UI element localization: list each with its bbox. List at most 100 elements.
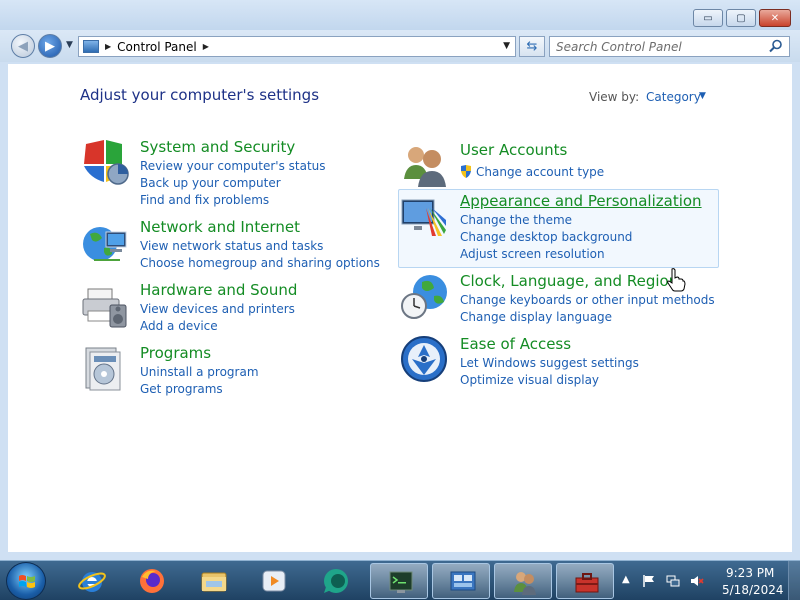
category-link[interactable]: Back up your computer <box>140 176 281 190</box>
control-panel-app-icon <box>450 571 476 591</box>
control-panel-icon <box>83 40 99 53</box>
clock-globe-icon <box>401 275 447 319</box>
clock-time[interactable]: 9:23 PM <box>726 566 774 580</box>
category-link[interactable]: Uninstall a program <box>140 365 259 379</box>
users-icon <box>404 147 446 187</box>
search-icon[interactable] <box>769 39 783 53</box>
taskbar-control-panel[interactable] <box>432 563 490 599</box>
show-desktop-button[interactable] <box>788 561 800 600</box>
network-globe-icon <box>83 227 127 261</box>
category-link[interactable]: Let Windows suggest settings <box>460 356 639 370</box>
ie-icon <box>78 572 106 592</box>
search-box[interactable] <box>549 36 790 57</box>
category-link-label[interactable]: Change account type <box>476 165 604 179</box>
taskbar: ▲ 9:23 PM 5/18/2024 <box>0 560 800 600</box>
back-button[interactable]: ◀ <box>11 34 35 58</box>
minimize-button[interactable]: ▭ <box>693 9 723 27</box>
title-bar[interactable]: ▭ ▢ ✕ <box>0 0 800 30</box>
category-system-security: System and Security Review your computer… <box>80 138 380 208</box>
explorer-icon <box>201 572 227 592</box>
taskbar-explorer[interactable] <box>184 563 242 599</box>
category-programs: Programs Uninstall a program Get program… <box>80 344 380 396</box>
taskbar-chat-app[interactable] <box>306 563 364 599</box>
category-title[interactable]: User Accounts <box>460 141 567 159</box>
taskbar-media-player[interactable] <box>244 563 302 599</box>
category-link[interactable]: Optimize visual display <box>460 373 599 387</box>
category-link[interactable]: View devices and printers <box>140 302 295 316</box>
address-dropdown-icon[interactable]: ▼ <box>503 41 510 51</box>
maximize-icon: ▢ <box>736 12 746 24</box>
ease-of-access-icon <box>401 336 447 382</box>
category-link[interactable]: Change the theme <box>460 213 572 227</box>
close-icon: ✕ <box>770 12 780 24</box>
action-center-flag-icon[interactable] <box>642 574 656 588</box>
printer-speaker-icon <box>82 288 127 328</box>
media-player-icon <box>262 570 286 592</box>
category-link[interactable]: Get programs <box>140 382 223 396</box>
category-title[interactable]: Programs <box>140 344 211 362</box>
toolbox-app-icon <box>575 573 599 593</box>
refresh-button[interactable]: ⇆ <box>519 36 545 57</box>
recent-pages-dropdown[interactable]: ▼ <box>66 40 73 50</box>
breadcrumb-separator-icon[interactable]: ▶ <box>203 42 209 51</box>
category-link[interactable]: Choose homegroup and sharing options <box>140 256 380 270</box>
control-panel-window: ▭ ▢ ✕ ◀ ▶ ▼ ▶ Control Panel ▶ ▼ ⇆ Adjust… <box>0 0 800 560</box>
page-title: Adjust your computer's settings <box>80 86 320 104</box>
forward-arrow-icon: ▶ <box>45 38 55 54</box>
category-link[interactable]: Add a device <box>140 319 218 333</box>
clock-date[interactable]: 5/18/2024 <box>722 583 784 597</box>
start-button[interactable] <box>6 562 46 600</box>
category-hardware-sound: Hardware and Sound View devices and prin… <box>80 281 380 333</box>
category-title[interactable]: Hardware and Sound <box>140 281 297 299</box>
breadcrumb-control-panel[interactable]: Control Panel <box>117 40 197 54</box>
back-arrow-icon: ◀ <box>18 38 28 54</box>
category-title[interactable]: Network and Internet <box>140 218 300 236</box>
category-appearance-personalization: Appearance and Personalization Change th… <box>400 192 720 262</box>
taskbar-toolbox[interactable] <box>556 563 614 599</box>
system-tray: ▲ 9:23 PM 5/18/2024 <box>618 561 800 600</box>
category-title[interactable]: Appearance and Personalization <box>460 192 702 210</box>
windows-logo-icon <box>19 575 35 588</box>
category-title[interactable]: Ease of Access <box>460 335 571 353</box>
users-app-icon <box>514 572 536 595</box>
category-link[interactable]: Change display language <box>460 310 612 324</box>
category-title[interactable]: System and Security <box>140 138 295 156</box>
category-link[interactable]: Change account type <box>460 165 604 179</box>
forward-button[interactable]: ▶ <box>38 34 62 58</box>
category-network-internet: Network and Internet View network status… <box>80 218 380 270</box>
view-by-label: View by: <box>589 90 640 104</box>
terminal-app-icon <box>389 571 413 593</box>
chat-app-icon <box>324 569 348 593</box>
taskbar-ie[interactable] <box>62 563 120 599</box>
taskbar-terminal-app[interactable] <box>370 563 428 599</box>
refresh-icon: ⇆ <box>526 39 538 54</box>
category-link[interactable]: Find and fix problems <box>140 193 269 207</box>
category-link[interactable]: Change keyboards or other input methods <box>460 293 715 307</box>
category-link[interactable]: Review your computer's status <box>140 159 326 173</box>
taskbar-firefox[interactable] <box>122 563 180 599</box>
uac-shield-icon <box>461 165 471 178</box>
close-button[interactable]: ✕ <box>759 9 791 27</box>
content-pane: Adjust your computer's settings View by:… <box>8 64 792 552</box>
breadcrumb-separator-icon[interactable]: ▶ <box>105 42 111 51</box>
navigation-bar: ◀ ▶ ▼ ▶ Control Panel ▶ ▼ ⇆ <box>0 30 800 62</box>
view-by-dropdown-arrow-icon[interactable]: ▼ <box>699 91 706 101</box>
volume-muted-icon[interactable] <box>690 574 704 588</box>
firefox-icon <box>140 569 164 593</box>
maximize-button[interactable]: ▢ <box>726 9 756 27</box>
category-title[interactable]: Clock, Language, and Region <box>460 272 678 290</box>
category-user-accounts: User Accounts Change account type <box>400 141 720 191</box>
address-bar[interactable]: ▶ Control Panel ▶ ▼ <box>78 36 516 57</box>
hand-cursor-icon <box>667 268 686 292</box>
taskbar-user-accounts[interactable] <box>494 563 552 599</box>
minimize-icon: ▭ <box>703 12 713 24</box>
shield-icon <box>84 140 129 185</box>
programs-icon <box>85 347 121 391</box>
show-hidden-icons-icon[interactable]: ▲ <box>622 574 636 588</box>
network-icon[interactable] <box>666 574 680 588</box>
category-link[interactable]: Change desktop background <box>460 230 632 244</box>
category-link[interactable]: View network status and tasks <box>140 239 323 253</box>
search-input[interactable] <box>556 39 766 54</box>
category-link[interactable]: Adjust screen resolution <box>460 247 605 261</box>
view-by-dropdown[interactable]: Category <box>646 90 701 104</box>
